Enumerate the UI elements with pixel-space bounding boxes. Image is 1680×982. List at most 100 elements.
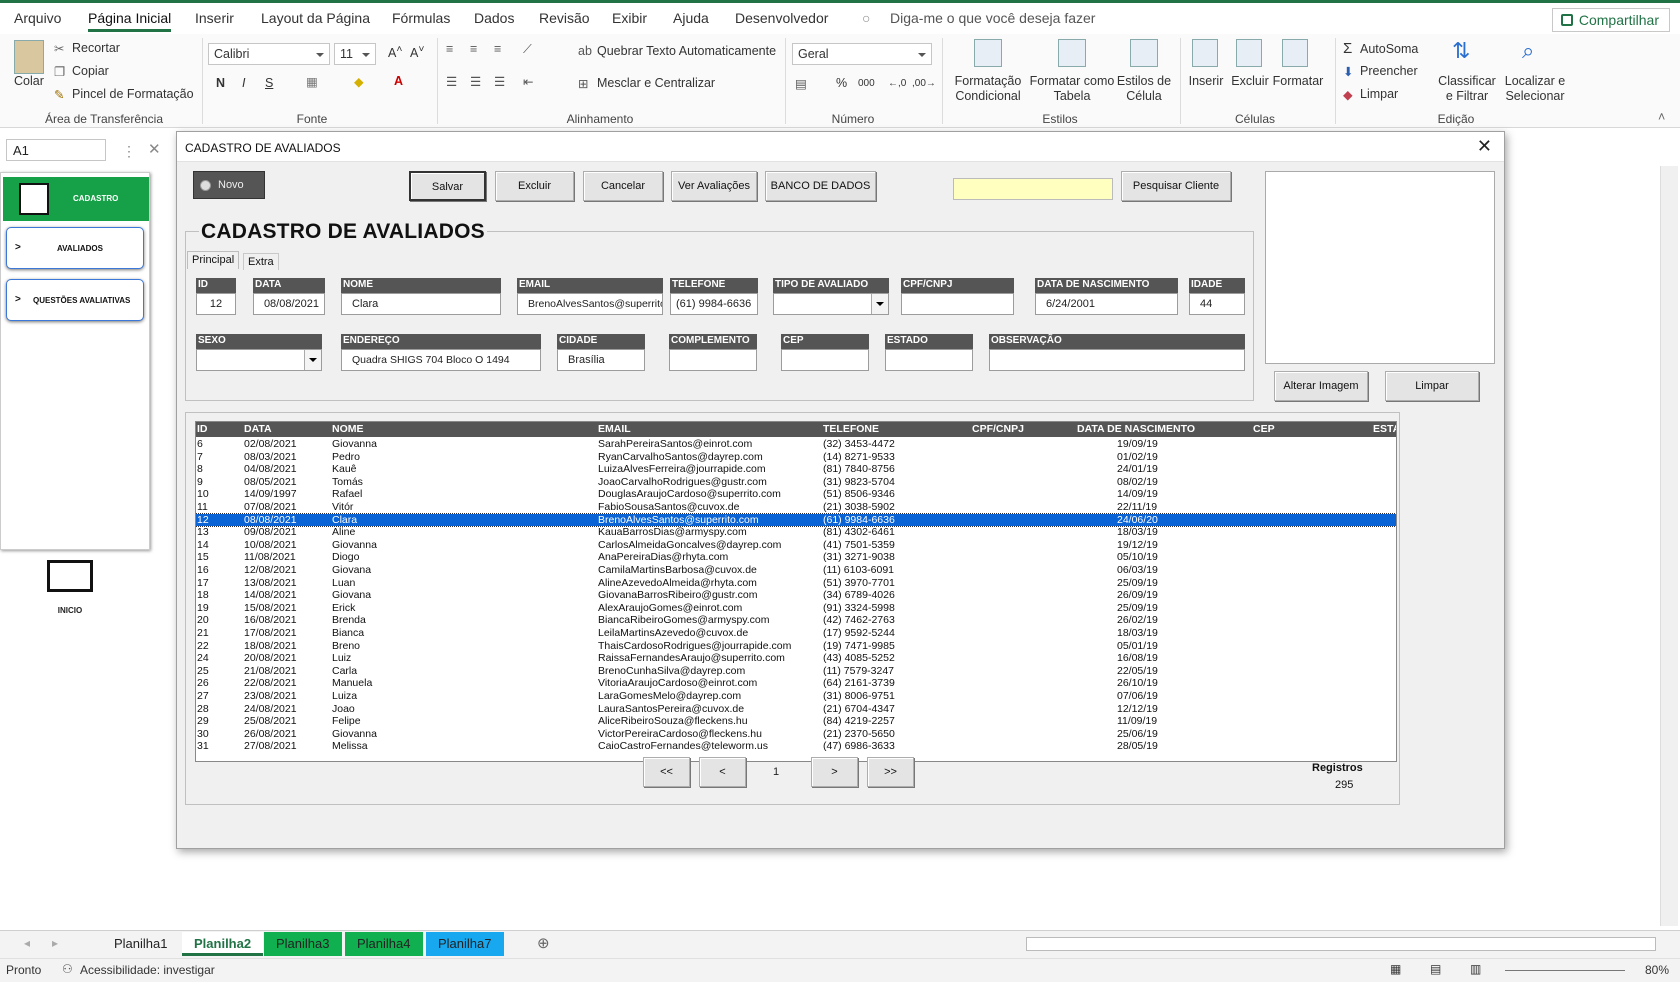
thousands-button[interactable]: 000	[858, 78, 875, 89]
underline-button[interactable]: S	[265, 76, 273, 90]
sheet-tab-planilha3[interactable]: Planilha3	[264, 932, 342, 956]
normal-view-icon[interactable]: ▦	[1390, 962, 1401, 976]
tab-exibir[interactable]: Exibir	[612, 10, 647, 26]
align-left-icon[interactable]: ☰	[446, 74, 457, 89]
cpf-field[interactable]	[901, 293, 1014, 315]
merge-center-button[interactable]: Mesclar e Centralizar	[597, 76, 715, 90]
search-client-button[interactable]: Pesquisar Cliente	[1121, 171, 1231, 201]
zoom-slider[interactable]	[1505, 970, 1625, 971]
currency-icon[interactable]: ▤	[795, 76, 807, 91]
city-field[interactable]: Brasília	[557, 349, 645, 371]
observation-field[interactable]	[989, 349, 1245, 371]
nav-button-avaliados[interactable]: > AVALIADOS	[6, 227, 144, 269]
novo-option[interactable]: Novo	[193, 171, 265, 199]
font-color-icon[interactable]: A	[394, 74, 403, 88]
table-row[interactable]: 21 17/08/2021 Bianca LeilaMartinsAzevedo@cu…	[196, 627, 1396, 640]
cancel-button[interactable]: Cancelar	[583, 171, 663, 201]
autosum-button[interactable]: AutoSoma	[1360, 42, 1418, 56]
database-button[interactable]: BANCO DE DADOS	[765, 171, 876, 201]
sheet-tab-planilha2[interactable]: Planilha2	[182, 932, 264, 956]
fill-color-icon[interactable]: ◆	[354, 74, 364, 89]
sex-select[interactable]	[196, 349, 322, 371]
insert-cells-button[interactable]: Inserir	[1186, 74, 1226, 89]
table-row[interactable]: 28 24/08/2021 Joao LauraSantosPereira@cuvox…	[196, 703, 1396, 716]
dialog-titlebar[interactable]: CADASTRO DE AVALIADOS ✕	[177, 132, 1504, 162]
copy-button[interactable]: Copiar	[72, 64, 109, 78]
tab-extra[interactable]: Extra	[243, 253, 279, 270]
tab-pagina-inicial[interactable]: Página Inicial	[88, 10, 172, 32]
add-sheet-icon[interactable]: ⊕	[537, 934, 550, 952]
tab-inserir[interactable]: Inserir	[195, 10, 234, 26]
tab-revisao[interactable]: Revisão	[539, 10, 590, 26]
table-row[interactable]: 19 15/08/2021 Erick AlexAraujoGomes@einrot.…	[196, 602, 1396, 615]
birthdate-field[interactable]: 6/24/2001	[1035, 293, 1178, 315]
delete-button[interactable]: Excluir	[495, 171, 574, 201]
records-listbox[interactable]: ID DATA NOME EMAIL TELEFONE CPF/CNPJ DAT…	[195, 421, 1397, 762]
table-row[interactable]: 29 25/08/2021 Felipe AliceRibeiroSouza@flec…	[196, 715, 1396, 728]
find-select-button[interactable]: Localizar e Selecionar	[1500, 74, 1570, 104]
vertical-scrollbar[interactable]	[1660, 166, 1678, 926]
inicio-button[interactable]: INICIO	[44, 560, 96, 620]
align-bottom-icon[interactable]: ≡	[494, 42, 501, 56]
alter-image-button[interactable]: Alterar Imagem	[1274, 371, 1368, 401]
number-format-select[interactable]: Geral	[792, 43, 932, 65]
table-row[interactable]: 27 23/08/2021 Luiza LaraGomesMelo@dayrep.co…	[196, 690, 1396, 703]
collapse-ribbon-icon[interactable]: ˄	[1658, 110, 1665, 124]
table-row[interactable]: 6 02/08/2021 Giovanna SarahPereiraSantos@ei…	[196, 438, 1396, 451]
table-row[interactable]: 16 12/08/2021 Giovana CamilaMartinsBarbosa@…	[196, 564, 1396, 577]
phone-field[interactable]: (61) 9984-6636	[670, 293, 758, 315]
table-row[interactable]: 14 10/08/2021 Giovanna CarlosAlmeidaGoncalv…	[196, 539, 1396, 552]
page-break-icon[interactable]: ▥	[1470, 962, 1481, 976]
search-client-input[interactable]	[953, 178, 1113, 200]
tab-dados[interactable]: Dados	[474, 10, 514, 26]
state-field[interactable]	[885, 349, 973, 371]
format-cells-button[interactable]: Formatar	[1270, 74, 1326, 89]
align-top-icon[interactable]: ≡	[446, 42, 453, 56]
accessibility-status[interactable]: Acessibilidade: investigar	[80, 963, 215, 977]
table-row[interactable]: 24 20/08/2021 Luiz RaissaFernandesAraujo@su…	[196, 652, 1396, 665]
next-page-button[interactable]: >	[811, 757, 858, 787]
table-row[interactable]: 7 08/03/2021 Pedro RyanCarvalhoSantos@dayre…	[196, 451, 1396, 464]
tab-desenvolvedor[interactable]: Desenvolvedor	[735, 10, 828, 26]
conditional-format-button[interactable]: Formatação Condicional	[948, 74, 1028, 104]
tab-arquivo[interactable]: Arquivo	[14, 10, 61, 26]
close-icon[interactable]: ✕	[1477, 136, 1492, 157]
share-button[interactable]: Compartilhar	[1551, 8, 1670, 32]
paste-icon[interactable]	[14, 40, 44, 74]
orientation-icon[interactable]: ⟋	[523, 42, 532, 57]
shrink-font-icon[interactable]: A˅	[410, 44, 424, 60]
save-button[interactable]: Salvar	[409, 171, 486, 201]
align-center-icon[interactable]: ☰	[470, 74, 481, 89]
increase-decimal-icon[interactable]: ←,0	[888, 78, 906, 89]
table-row[interactable]: 9 08/05/2021 Tomás JoaoCarvalhoRodrigues@gu…	[196, 476, 1396, 489]
table-row[interactable]: 22 18/08/2021 Breno ThaisCardosoRodrigues@j…	[196, 640, 1396, 653]
paste-button[interactable]: Colar	[14, 74, 44, 88]
table-row[interactable]: 13 09/08/2021 Aline KauaBarrosDias@armyspy.…	[196, 526, 1396, 539]
wrap-text-button[interactable]: Quebrar Texto Automaticamente	[597, 44, 776, 58]
tipo-select[interactable]	[773, 293, 889, 315]
clear-image-button[interactable]: Limpar	[1385, 371, 1479, 401]
cancel-formula-icon[interactable]: ✕	[148, 140, 161, 158]
table-row[interactable]: 15 11/08/2021 Diogo AnaPereiraDias@rhyta.co…	[196, 551, 1396, 564]
tell-me-search[interactable]: Diga-me o que você deseja fazer	[890, 10, 1095, 26]
prev-page-button[interactable]: <	[699, 757, 746, 787]
format-table-button[interactable]: Formatar como Tabela	[1028, 74, 1116, 104]
align-middle-icon[interactable]: ≡	[470, 42, 477, 56]
borders-icon[interactable]: ▦	[306, 74, 318, 89]
italic-button[interactable]: I	[242, 76, 245, 90]
fill-button[interactable]: Preencher	[1360, 64, 1418, 78]
name-field[interactable]: Clara	[341, 293, 501, 315]
table-row[interactable]: 26 22/08/2021 Manuela VitoriaAraujoCardoso@…	[196, 677, 1396, 690]
bold-button[interactable]: N	[216, 76, 225, 90]
view-evaluations-button[interactable]: Ver Avaliações	[671, 171, 757, 201]
table-row[interactable]: 11 07/08/2021 Vitór FabioSousaSantos@cuvox.…	[196, 501, 1396, 514]
id-field[interactable]: 12	[196, 293, 236, 315]
sheet-tab-planilha1[interactable]: Planilha1	[102, 932, 180, 956]
table-row[interactable]: 10 14/09/1997 Rafael DouglasAraujoCardoso@s…	[196, 488, 1396, 501]
age-field[interactable]: 44	[1189, 293, 1245, 315]
table-row[interactable]: 30 26/08/2021 Giovanna VictorPereiraCardoso…	[196, 728, 1396, 741]
first-page-button[interactable]: <<	[643, 757, 690, 787]
sort-filter-button[interactable]: Classificar e Filtrar	[1436, 74, 1498, 104]
table-row[interactable]: 18 14/08/2021 Giovana GiovanaBarrosRibeiro@…	[196, 589, 1396, 602]
horizontal-scrollbar[interactable]	[1026, 937, 1656, 951]
